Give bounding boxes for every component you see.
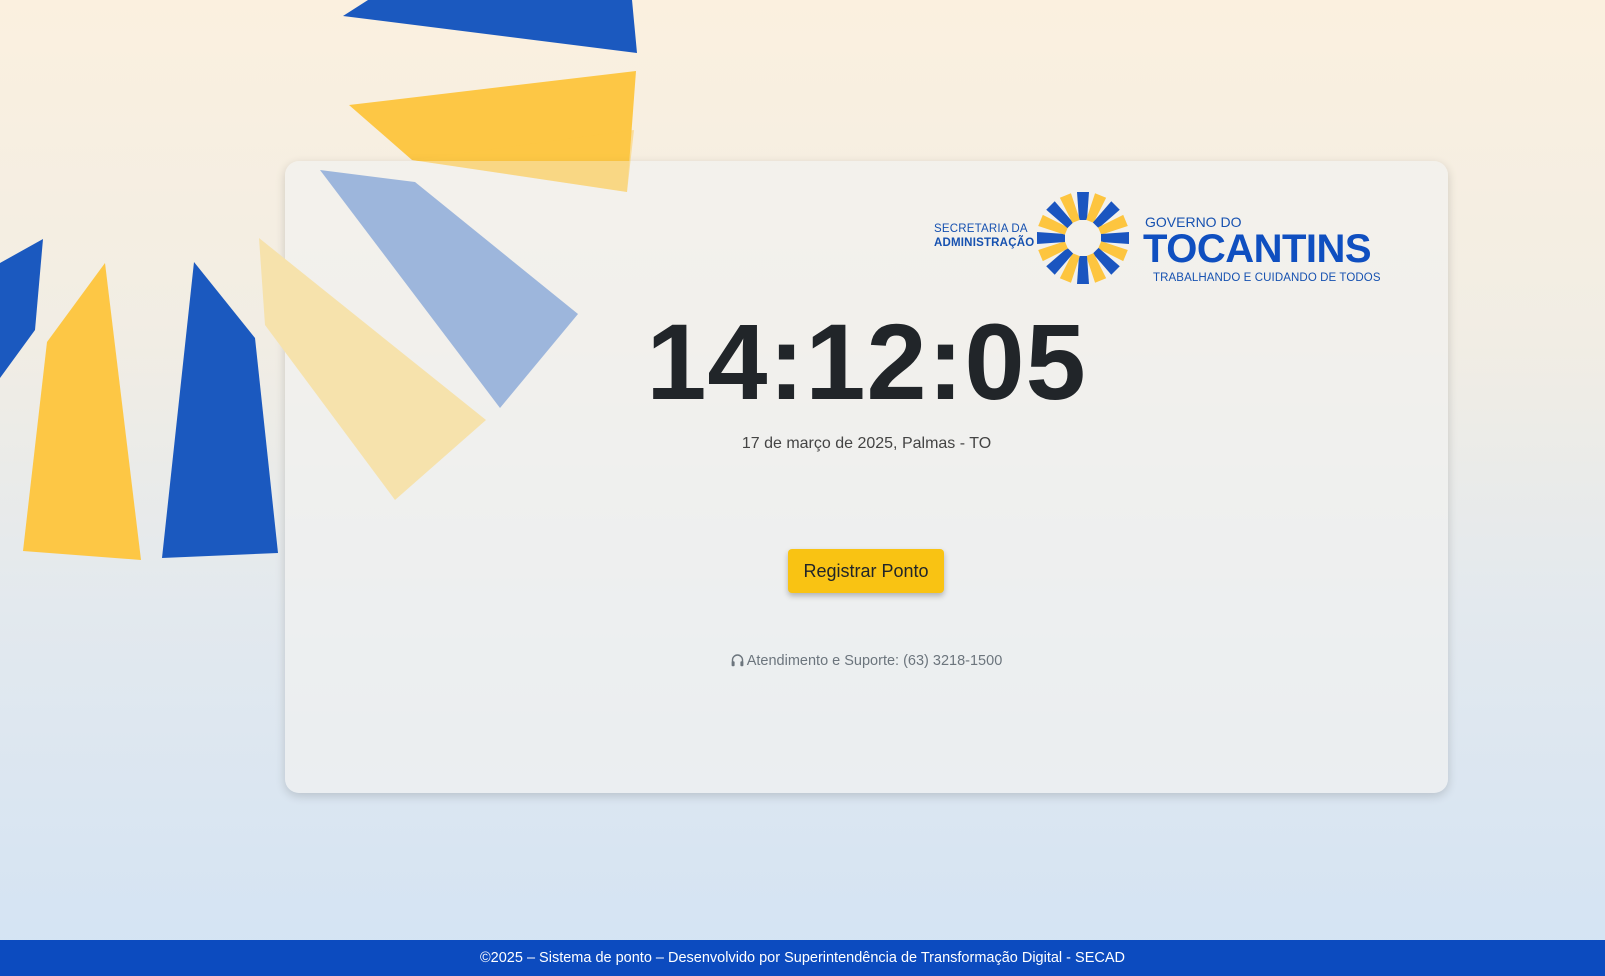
register-punch-button[interactable]: Registrar Ponto	[788, 549, 944, 593]
current-time: 14:12:05	[646, 301, 1087, 422]
date-location: 17 de março de 2025, Palmas - TO	[741, 435, 992, 452]
decorative-yellow-ray	[23, 263, 141, 560]
decorative-blue-ray	[162, 262, 278, 558]
decorative-blue-ray	[0, 239, 43, 378]
headset-icon	[731, 654, 744, 667]
footer: ©2025 – Sistema de ponto – Desenvolvido …	[0, 940, 1605, 976]
support-contact: Atendimento e Suporte: (63) 3218-1500	[285, 653, 1448, 669]
decorative-blue-ray	[343, 0, 637, 53]
footer-text: ©2025 – Sistema de ponto – Desenvolvido …	[479, 950, 1126, 966]
secad-label: SECRETARIA DA ADMINISTRAÇÃO	[934, 222, 1034, 250]
secad-line-2: ADMINISTRAÇÃO	[934, 237, 1035, 249]
slogan: TRABALHANDO E CUIDANDO DE TODOS	[1153, 272, 1381, 284]
state-name: TOCANTINS	[1143, 227, 1372, 271]
secad-line-1: SECRETARIA DA	[934, 223, 1028, 235]
government-logo: SECRETARIA DA ADMINISTRAÇÃO GOVERNO DO T…	[934, 190, 1384, 286]
support-text: Atendimento e Suporte: (63) 3218-1500	[746, 653, 1003, 669]
tocantins-sun-icon	[1037, 192, 1129, 284]
